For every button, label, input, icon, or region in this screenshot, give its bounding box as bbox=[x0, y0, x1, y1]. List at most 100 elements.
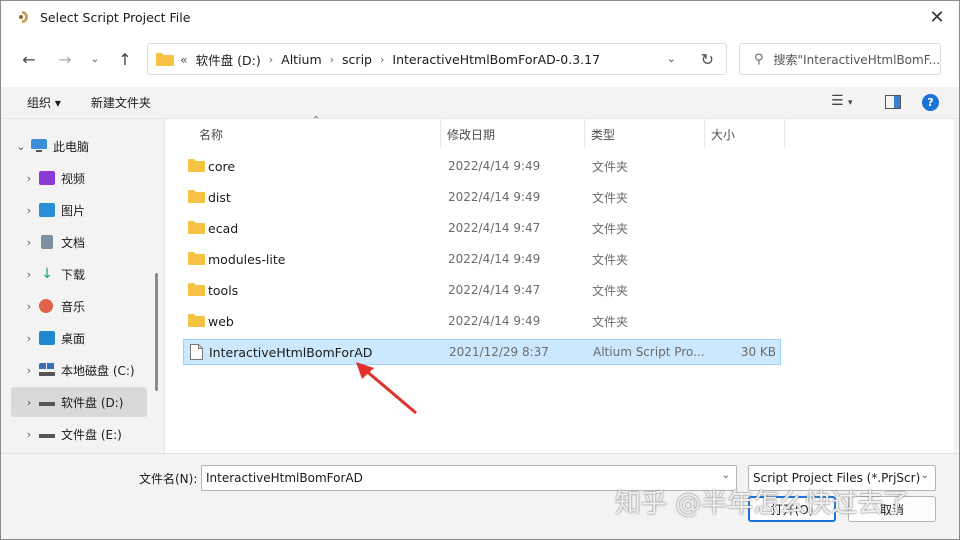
collapsed-chevron-icon[interactable]: › bbox=[19, 396, 39, 409]
breadcrumb-altium[interactable]: Altium bbox=[281, 52, 322, 67]
collapsed-chevron-icon[interactable]: › bbox=[19, 236, 39, 249]
annotation-arrow-icon bbox=[356, 362, 417, 415]
close-icon[interactable]: ✕ bbox=[925, 6, 949, 28]
sidebar-item-label: 视频 bbox=[61, 171, 86, 186]
video-icon bbox=[39, 171, 55, 185]
breadcrumb-scrip[interactable]: scrip bbox=[342, 52, 372, 67]
folder-icon bbox=[156, 52, 174, 66]
recent-locations-button[interactable]: ⌄ bbox=[83, 47, 107, 71]
collapsed-chevron-icon[interactable]: › bbox=[19, 364, 39, 377]
breadcrumb-current-folder[interactable]: InteractiveHtmlBomForAD-0.3.17 bbox=[392, 52, 600, 67]
sidebar-item-label: 文档 bbox=[61, 235, 86, 250]
view-options-icon[interactable]: ☰ ▾ bbox=[831, 93, 853, 109]
folder-icon bbox=[188, 159, 205, 172]
organize-menu[interactable]: 组织 ▾ bbox=[27, 94, 61, 111]
sidebar-item-label: 图片 bbox=[61, 203, 86, 218]
column-header-date[interactable]: 修改日期 bbox=[447, 126, 495, 143]
list-item-folder[interactable]: modules-lite 2022/4/14 9:49 文件夹 bbox=[183, 246, 781, 272]
arrow-right-icon: → bbox=[58, 49, 72, 69]
file-type: 文件夹 bbox=[592, 221, 629, 236]
search-placeholder[interactable]: 搜索"InteractiveHtmlBomF... bbox=[774, 51, 940, 68]
column-divider[interactable] bbox=[584, 119, 585, 147]
back-button[interactable]: ← bbox=[17, 47, 41, 71]
file-dialog: Select Script Project File ✕ ← → ⌄ ↑ « 软… bbox=[0, 0, 960, 540]
sidebar-item-label: 下载 bbox=[61, 267, 86, 282]
filename-label: 文件名(N): bbox=[139, 472, 198, 486]
list-item-folder[interactable]: ecad 2022/4/14 9:47 文件夹 bbox=[183, 215, 781, 241]
column-header-type[interactable]: 类型 bbox=[591, 126, 615, 143]
collapsed-chevron-icon[interactable]: › bbox=[19, 268, 39, 281]
help-icon[interactable]: ? bbox=[922, 94, 939, 111]
list-item-file-selected[interactable]: InteractiveHtmlBomForAD 2021/12/29 8:37 … bbox=[183, 339, 781, 365]
sidebar-item-label: 音乐 bbox=[61, 299, 86, 314]
collapsed-chevron-icon[interactable]: › bbox=[19, 204, 39, 217]
column-divider[interactable] bbox=[704, 119, 705, 147]
sidebar-item-label: 软件盘 (D:) bbox=[61, 395, 124, 410]
window-title: Select Script Project File bbox=[40, 9, 191, 25]
download-icon: ↓ bbox=[41, 266, 53, 282]
sidebar-item-documents[interactable]: › 文档 bbox=[19, 227, 157, 257]
search-box[interactable]: ⚲ 搜索"InteractiveHtmlBomF... bbox=[739, 43, 941, 75]
collapsed-chevron-icon[interactable]: › bbox=[19, 300, 39, 313]
sidebar-item-music[interactable]: › 音乐 bbox=[19, 291, 157, 321]
filename-value[interactable]: InteractiveHtmlBomForAD bbox=[206, 471, 363, 485]
sidebar-item-videos[interactable]: › 视频 bbox=[19, 163, 157, 193]
folder-icon bbox=[188, 314, 205, 327]
file-date: 2022/4/14 9:49 bbox=[448, 190, 541, 204]
breadcrumb-drive-d[interactable]: 软件盘 (D:) bbox=[196, 50, 261, 69]
sidebar-item-downloads[interactable]: › ↓ 下载 bbox=[19, 259, 157, 289]
list-item-folder[interactable]: web 2022/4/14 9:49 文件夹 bbox=[183, 308, 781, 334]
collapsed-chevron-icon[interactable]: › bbox=[19, 332, 39, 345]
up-button[interactable]: ↑ bbox=[113, 47, 137, 71]
address-bar[interactable]: « 软件盘 (D:) › Altium › scrip › Interactiv… bbox=[147, 43, 727, 75]
collapsed-chevron-icon[interactable]: › bbox=[19, 428, 39, 441]
file-date: 2022/4/14 9:49 bbox=[448, 314, 541, 328]
sidebar-item-desktop[interactable]: › 桌面 bbox=[19, 323, 157, 353]
sidebar-scrollbar[interactable] bbox=[155, 273, 158, 391]
chevron-down-icon[interactable]: ⌄ bbox=[722, 470, 730, 481]
file-name: ecad bbox=[208, 220, 239, 236]
expand-chevron-icon[interactable]: ⌄ bbox=[11, 140, 31, 153]
folder-icon bbox=[188, 252, 205, 265]
collapsed-chevron-icon[interactable]: › bbox=[19, 172, 39, 185]
preview-pane-icon[interactable] bbox=[885, 95, 901, 112]
sidebar-item-drive-d[interactable]: › 软件盘 (D:) bbox=[11, 387, 147, 417]
desktop-icon bbox=[39, 331, 55, 345]
list-item-folder[interactable]: dist 2022/4/14 9:49 文件夹 bbox=[183, 184, 781, 210]
sidebar-item-drive-e[interactable]: › 文件盘 (E:) bbox=[19, 419, 157, 449]
search-icon: ⚲ bbox=[754, 51, 764, 67]
file-name: modules-lite bbox=[208, 251, 286, 267]
file-type: 文件夹 bbox=[592, 283, 629, 298]
column-header-size[interactable]: 大小 bbox=[711, 126, 735, 143]
file-list: ⌃ 名称 修改日期 类型 大小 core 2022/4/14 9:49 文件夹 … bbox=[164, 115, 954, 453]
list-item-folder[interactable]: core 2022/4/14 9:49 文件夹 bbox=[183, 153, 781, 179]
file-name: web bbox=[208, 313, 234, 329]
address-dropdown-icon[interactable]: ⌄ bbox=[667, 52, 676, 65]
list-item-folder[interactable]: tools 2022/4/14 9:47 文件夹 bbox=[183, 277, 781, 303]
chevron-down-icon[interactable]: ⌄ bbox=[921, 470, 929, 481]
altium-app-icon bbox=[19, 11, 28, 23]
refresh-icon[interactable]: ↻ bbox=[701, 50, 714, 69]
sidebar-item-pictures[interactable]: › 图片 bbox=[19, 195, 157, 225]
file-type: 文件夹 bbox=[592, 252, 629, 267]
computer-icon bbox=[31, 139, 47, 152]
new-folder-button[interactable]: 新建文件夹 bbox=[91, 94, 151, 111]
forward-button[interactable]: → bbox=[53, 47, 77, 71]
file-name: InteractiveHtmlBomForAD bbox=[209, 344, 373, 360]
breadcrumb-separator-icon: › bbox=[379, 52, 385, 66]
column-header-name[interactable]: 名称 bbox=[199, 126, 223, 143]
drive-icon bbox=[39, 402, 55, 406]
file-type: 文件夹 bbox=[592, 314, 629, 329]
file-date: 2021/12/29 8:37 bbox=[449, 345, 549, 359]
column-divider[interactable] bbox=[784, 119, 785, 147]
navigation-bar: ← → ⌄ ↑ « 软件盘 (D:) › Altium › scrip › In… bbox=[1, 33, 959, 87]
column-divider[interactable] bbox=[440, 119, 441, 147]
sidebar-item-this-pc[interactable]: ⌄ 此电脑 bbox=[11, 131, 149, 161]
sidebar-item-label: 此电脑 bbox=[53, 139, 90, 154]
breadcrumb-separator-icon: › bbox=[329, 52, 335, 66]
address-prefix[interactable]: « bbox=[180, 52, 188, 67]
sidebar-item-drive-c[interactable]: › 本地磁盘 (C:) bbox=[19, 355, 157, 385]
folder-icon bbox=[188, 190, 205, 203]
folder-icon bbox=[188, 283, 205, 296]
file-name: tools bbox=[208, 282, 239, 298]
